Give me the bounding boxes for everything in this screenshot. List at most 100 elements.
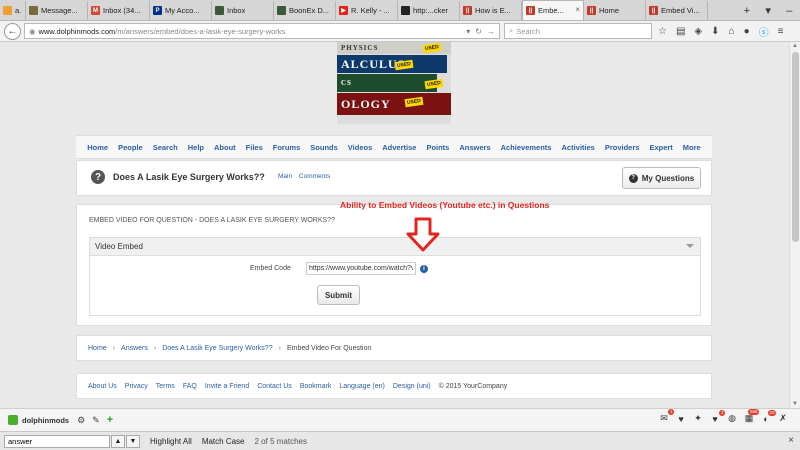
dropdown-icon[interactable]: ▾ xyxy=(466,27,470,36)
browser-tab[interactable]: http:...cker xyxy=(398,1,460,20)
browser-tab[interactable]: ▶ R. Kelly - ... xyxy=(336,1,398,20)
browser-tab[interactable]: a... xyxy=(0,1,26,20)
close-icon[interactable]: × xyxy=(788,435,794,446)
tab-label: Inbox (34... xyxy=(103,6,141,15)
gear-icon[interactable]: ⚙ xyxy=(77,415,85,426)
skype-icon[interactable]: ⓢ xyxy=(759,24,769,39)
edit-icon[interactable]: ✎ xyxy=(92,415,100,426)
likes-icon[interactable]: ♥ 2 xyxy=(710,409,725,424)
chat-icon[interactable]: ● xyxy=(744,26,750,37)
comments-link[interactable]: Comments xyxy=(299,173,330,180)
footer-link[interactable]: Privacy xyxy=(125,383,148,390)
nav-item-advertise[interactable]: Advertise xyxy=(377,143,421,152)
scroll-up-icon[interactable]: ▲ xyxy=(792,43,798,49)
banner-image: PHYSICS ALCULUS CS OLOGY USED USED USED … xyxy=(337,42,451,124)
wrench-icon[interactable]: ✗ xyxy=(778,413,788,424)
nav-item-answers[interactable]: Answers xyxy=(454,143,495,152)
footer-link[interactable]: Invite a Friend xyxy=(205,383,249,390)
nav-item-sounds[interactable]: Sounds xyxy=(305,143,343,152)
user-icon[interactable]: ◍ xyxy=(727,413,737,424)
browser-tab[interactable]: || Embe... × xyxy=(522,0,584,20)
download-icon[interactable]: ⬇ xyxy=(711,26,719,37)
reading-list-icon[interactable]: ▤ xyxy=(676,26,685,37)
browser-search-box[interactable]: ⌕ Search xyxy=(504,23,652,39)
url-bar[interactable]: ◉ www.dolphinmods.com/m/answers/embed/do… xyxy=(24,23,500,39)
nav-item-forums[interactable]: Forums xyxy=(268,143,306,152)
browser-tab[interactable]: || Home xyxy=(584,1,646,20)
breadcrumb-answers[interactable]: Answers xyxy=(121,345,148,352)
scrollbar-thumb[interactable] xyxy=(792,52,799,242)
footer-link[interactable]: Contact Us xyxy=(257,383,292,390)
back-button[interactable]: ← xyxy=(4,22,21,40)
browser-tab[interactable]: M Inbox (34... xyxy=(88,1,150,20)
reload-icon[interactable]: ↻ xyxy=(475,27,482,36)
site-name[interactable]: dolphinmods xyxy=(22,416,69,425)
nav-item-people[interactable]: People xyxy=(113,143,148,152)
mail-icon[interactable]: ✉ 1 xyxy=(659,409,674,424)
menu-icon[interactable]: ≡ xyxy=(778,26,784,37)
nav-item-videos[interactable]: Videos xyxy=(343,143,377,152)
embed-code-input[interactable] xyxy=(306,262,416,275)
footer-link[interactable]: Bookmark xyxy=(300,383,332,390)
heart-icon[interactable]: ♥ xyxy=(676,414,686,424)
twitter-icon[interactable]: ✦ xyxy=(693,413,703,424)
home-icon[interactable]: ⌂ xyxy=(729,26,735,37)
video-embed-fieldset-header[interactable]: Video Embed xyxy=(89,237,701,256)
browser-tab[interactable]: || Embed Vi... xyxy=(646,1,708,20)
question-icon: ? xyxy=(91,170,105,184)
nav-item-activities[interactable]: Activities xyxy=(556,143,599,152)
breadcrumb-home[interactable]: Home xyxy=(88,345,107,352)
breadcrumb-question[interactable]: Does A Lasik Eye Surgery Works?? xyxy=(162,345,272,352)
forward-icon[interactable]: → xyxy=(487,27,495,36)
close-icon[interactable]: × xyxy=(575,5,580,14)
browser-tab[interactable]: P My Acco... xyxy=(150,1,212,20)
my-questions-button[interactable]: ? My Questions xyxy=(622,167,701,189)
find-previous-button[interactable]: ▲ xyxy=(111,434,125,448)
nav-item-home[interactable]: Home xyxy=(82,143,113,152)
main-link[interactable]: Main xyxy=(278,173,292,180)
question-header: ? Does A Lasik Eye Surgery Works?? Main … xyxy=(76,160,712,196)
add-icon[interactable]: + xyxy=(107,414,113,426)
browser-tab[interactable]: Inbox xyxy=(212,1,274,20)
footer-link[interactable]: FAQ xyxy=(183,383,197,390)
favicon-icon xyxy=(29,6,38,15)
vertical-scrollbar[interactable]: ▲ ▼ xyxy=(789,42,800,408)
alerts-icon[interactable]: ◐ 20 xyxy=(761,409,776,424)
submit-button[interactable]: Submit xyxy=(317,285,360,305)
favicon-icon: || xyxy=(649,6,658,15)
nav-item-files[interactable]: Files xyxy=(241,143,268,152)
site-logo-icon[interactable] xyxy=(8,415,18,425)
friends-icon[interactable]: ▦ 565 xyxy=(744,409,759,424)
footer-link[interactable]: Terms xyxy=(156,383,175,390)
browser-tab[interactable]: Message... xyxy=(26,1,88,20)
nav-item-providers[interactable]: Providers xyxy=(600,143,645,152)
scroll-down-icon[interactable]: ▼ xyxy=(792,401,798,407)
tab-label: a... xyxy=(15,6,22,15)
nav-item-about[interactable]: About xyxy=(209,143,241,152)
footer-link[interactable]: About Us xyxy=(88,383,117,390)
embed-form-panel: EMBED VIDEO FOR QUESTION - DOES A LASIK … xyxy=(76,204,712,326)
tab-label: R. Kelly - ... xyxy=(351,6,390,15)
find-input[interactable] xyxy=(4,434,110,448)
browser-tab[interactable]: || How is E... xyxy=(460,1,522,20)
bookmark-star-icon[interactable]: ☆ xyxy=(658,26,667,37)
footer-link[interactable]: Design (uni) xyxy=(393,383,431,390)
minimize-icon[interactable]: – xyxy=(786,5,792,17)
new-tab-icon[interactable]: + xyxy=(744,5,750,17)
globe-icon: ◉ xyxy=(29,26,36,36)
highlight-all-toggle[interactable]: Highlight All xyxy=(150,437,192,446)
nav-item-expert[interactable]: Expert xyxy=(644,143,677,152)
nav-item-search[interactable]: Search xyxy=(148,143,183,152)
pocket-icon[interactable]: ◈ xyxy=(694,26,702,37)
find-next-button[interactable]: ▼ xyxy=(126,434,140,448)
browser-tab[interactable]: BoonEx D... xyxy=(274,1,336,20)
notification-count: 1 xyxy=(668,409,674,415)
tab-list-icon[interactable]: ▾ xyxy=(765,4,771,17)
nav-item-help[interactable]: Help xyxy=(183,143,209,152)
match-case-toggle[interactable]: Match Case xyxy=(202,437,245,446)
footer-link[interactable]: Language (en) xyxy=(339,383,385,390)
nav-item-points[interactable]: Points xyxy=(421,143,454,152)
nav-item-achievements[interactable]: Achievements xyxy=(496,143,557,152)
info-icon[interactable]: i xyxy=(420,265,428,273)
nav-item-more[interactable]: More xyxy=(678,143,706,152)
